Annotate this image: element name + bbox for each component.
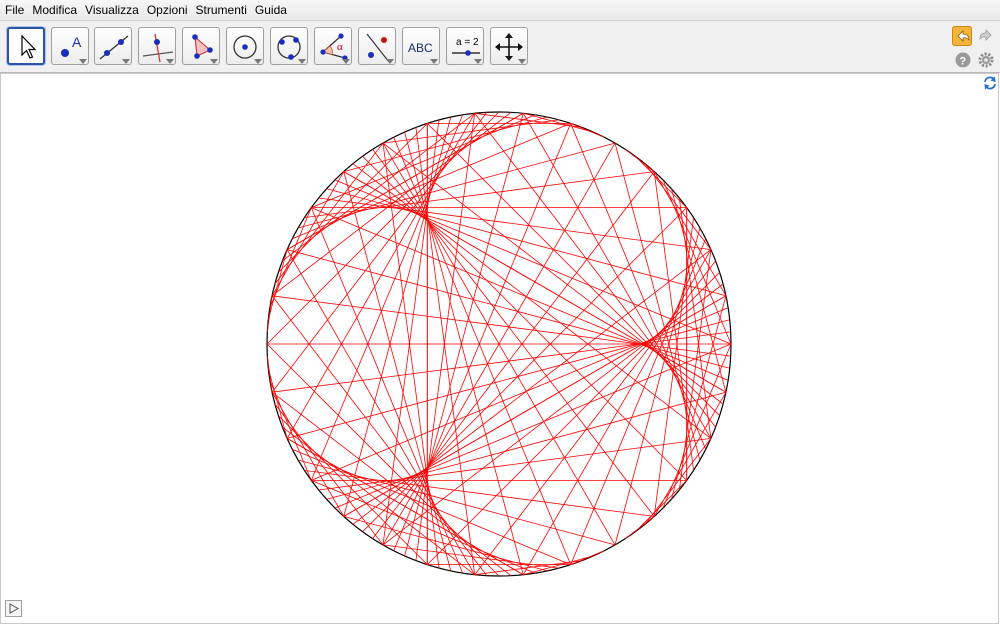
chord-line bbox=[297, 459, 616, 546]
chord-line bbox=[382, 119, 440, 545]
help-button[interactable]: ? bbox=[955, 52, 971, 68]
svg-text:A: A bbox=[72, 34, 82, 50]
chord-line bbox=[343, 116, 452, 517]
chord-line bbox=[311, 307, 729, 481]
chord-line bbox=[362, 156, 687, 481]
menu-bar: File Modifica Visualizza Opzioni Strumen… bbox=[0, 0, 1000, 21]
chord-line bbox=[474, 260, 716, 575]
chord-line bbox=[625, 516, 655, 539]
refresh-icon bbox=[984, 76, 996, 90]
chord-line bbox=[326, 188, 727, 297]
chord-line bbox=[274, 142, 384, 285]
chord-line bbox=[415, 113, 476, 561]
svg-text:ABC: ABC bbox=[408, 41, 433, 55]
chord-line bbox=[267, 249, 288, 320]
line-tool[interactable] bbox=[94, 27, 132, 65]
chord-line bbox=[644, 438, 712, 525]
chord-line bbox=[372, 149, 655, 517]
chord-line bbox=[382, 283, 724, 546]
chord-line bbox=[334, 179, 732, 345]
chord-line bbox=[272, 295, 731, 357]
play-animation-button[interactable] bbox=[5, 600, 22, 617]
undo-button[interactable] bbox=[952, 26, 972, 46]
chord-line bbox=[271, 112, 488, 393]
chord-line bbox=[635, 480, 687, 532]
angle-tool[interactable]: α bbox=[314, 27, 352, 65]
refresh-view-button[interactable] bbox=[982, 75, 998, 91]
chord-line bbox=[311, 207, 729, 381]
redo-button[interactable] bbox=[976, 26, 996, 46]
chord-line bbox=[297, 142, 616, 229]
chord-line bbox=[304, 171, 655, 218]
chord-line bbox=[326, 391, 727, 500]
help-icon: ? bbox=[955, 52, 971, 68]
slider-tool[interactable]: a = 2 bbox=[446, 27, 484, 65]
chord-line bbox=[415, 127, 476, 575]
circle-three-points-tool[interactable] bbox=[270, 27, 308, 65]
undo-icon bbox=[957, 30, 970, 42]
chord-line bbox=[334, 343, 732, 509]
move-tool[interactable] bbox=[7, 27, 45, 65]
chord-line bbox=[282, 426, 475, 576]
text-tool[interactable]: ABC bbox=[402, 27, 440, 65]
chord-line bbox=[272, 331, 731, 393]
chord-line bbox=[635, 156, 687, 208]
menu-guida[interactable]: Guida bbox=[250, 0, 290, 20]
chord-line bbox=[382, 143, 440, 569]
new-point-tool[interactable]: A bbox=[51, 27, 89, 65]
chord-line bbox=[304, 470, 655, 517]
menu-opzioni[interactable]: Opzioni bbox=[142, 0, 191, 20]
chord-line bbox=[382, 142, 724, 405]
chord-line bbox=[653, 217, 694, 517]
redo-icon bbox=[979, 29, 992, 41]
svg-text:a = 2: a = 2 bbox=[456, 37, 479, 48]
chord-line bbox=[278, 123, 428, 273]
graphics-view[interactable] bbox=[0, 73, 1000, 625]
play-icon bbox=[9, 603, 20, 614]
chord-line bbox=[343, 171, 452, 572]
reflect-tool[interactable] bbox=[358, 27, 396, 65]
chord-line bbox=[266, 343, 500, 577]
chord-lines bbox=[266, 111, 732, 577]
toolbar: A α ABC a = 2 ? bbox=[0, 21, 1000, 73]
chord-line bbox=[662, 179, 732, 345]
svg-text:?: ? bbox=[960, 56, 967, 68]
chord-line bbox=[523, 555, 594, 576]
chord-line bbox=[318, 438, 711, 491]
chord-line bbox=[271, 295, 488, 576]
chord-line bbox=[362, 207, 687, 532]
polygon-tool[interactable] bbox=[182, 27, 220, 65]
menu-modifica[interactable]: Modifica bbox=[27, 0, 80, 20]
settings-button[interactable] bbox=[978, 52, 994, 68]
menu-file[interactable]: File bbox=[0, 0, 27, 20]
chord-line bbox=[266, 111, 500, 345]
chord-line bbox=[393, 123, 572, 551]
chord-line bbox=[269, 380, 312, 481]
perpendicular-line-tool[interactable] bbox=[138, 27, 176, 65]
gear-icon bbox=[978, 52, 994, 68]
chord-line bbox=[372, 171, 655, 539]
chord-line bbox=[266, 356, 273, 393]
arrow-pointer-icon bbox=[21, 34, 37, 59]
chord-line bbox=[393, 137, 572, 565]
svg-text:α: α bbox=[337, 41, 343, 53]
menu-visualizza[interactable]: Visualizza bbox=[80, 0, 142, 20]
cardioid-construction bbox=[266, 111, 732, 577]
chord-line bbox=[271, 391, 512, 577]
menu-strumenti[interactable]: Strumenti bbox=[191, 0, 250, 20]
circle-center-point-tool[interactable] bbox=[226, 27, 264, 65]
chord-line bbox=[523, 112, 594, 133]
chord-line bbox=[267, 368, 288, 439]
chord-line bbox=[310, 207, 464, 574]
move-graphics-view-tool[interactable] bbox=[490, 27, 528, 65]
